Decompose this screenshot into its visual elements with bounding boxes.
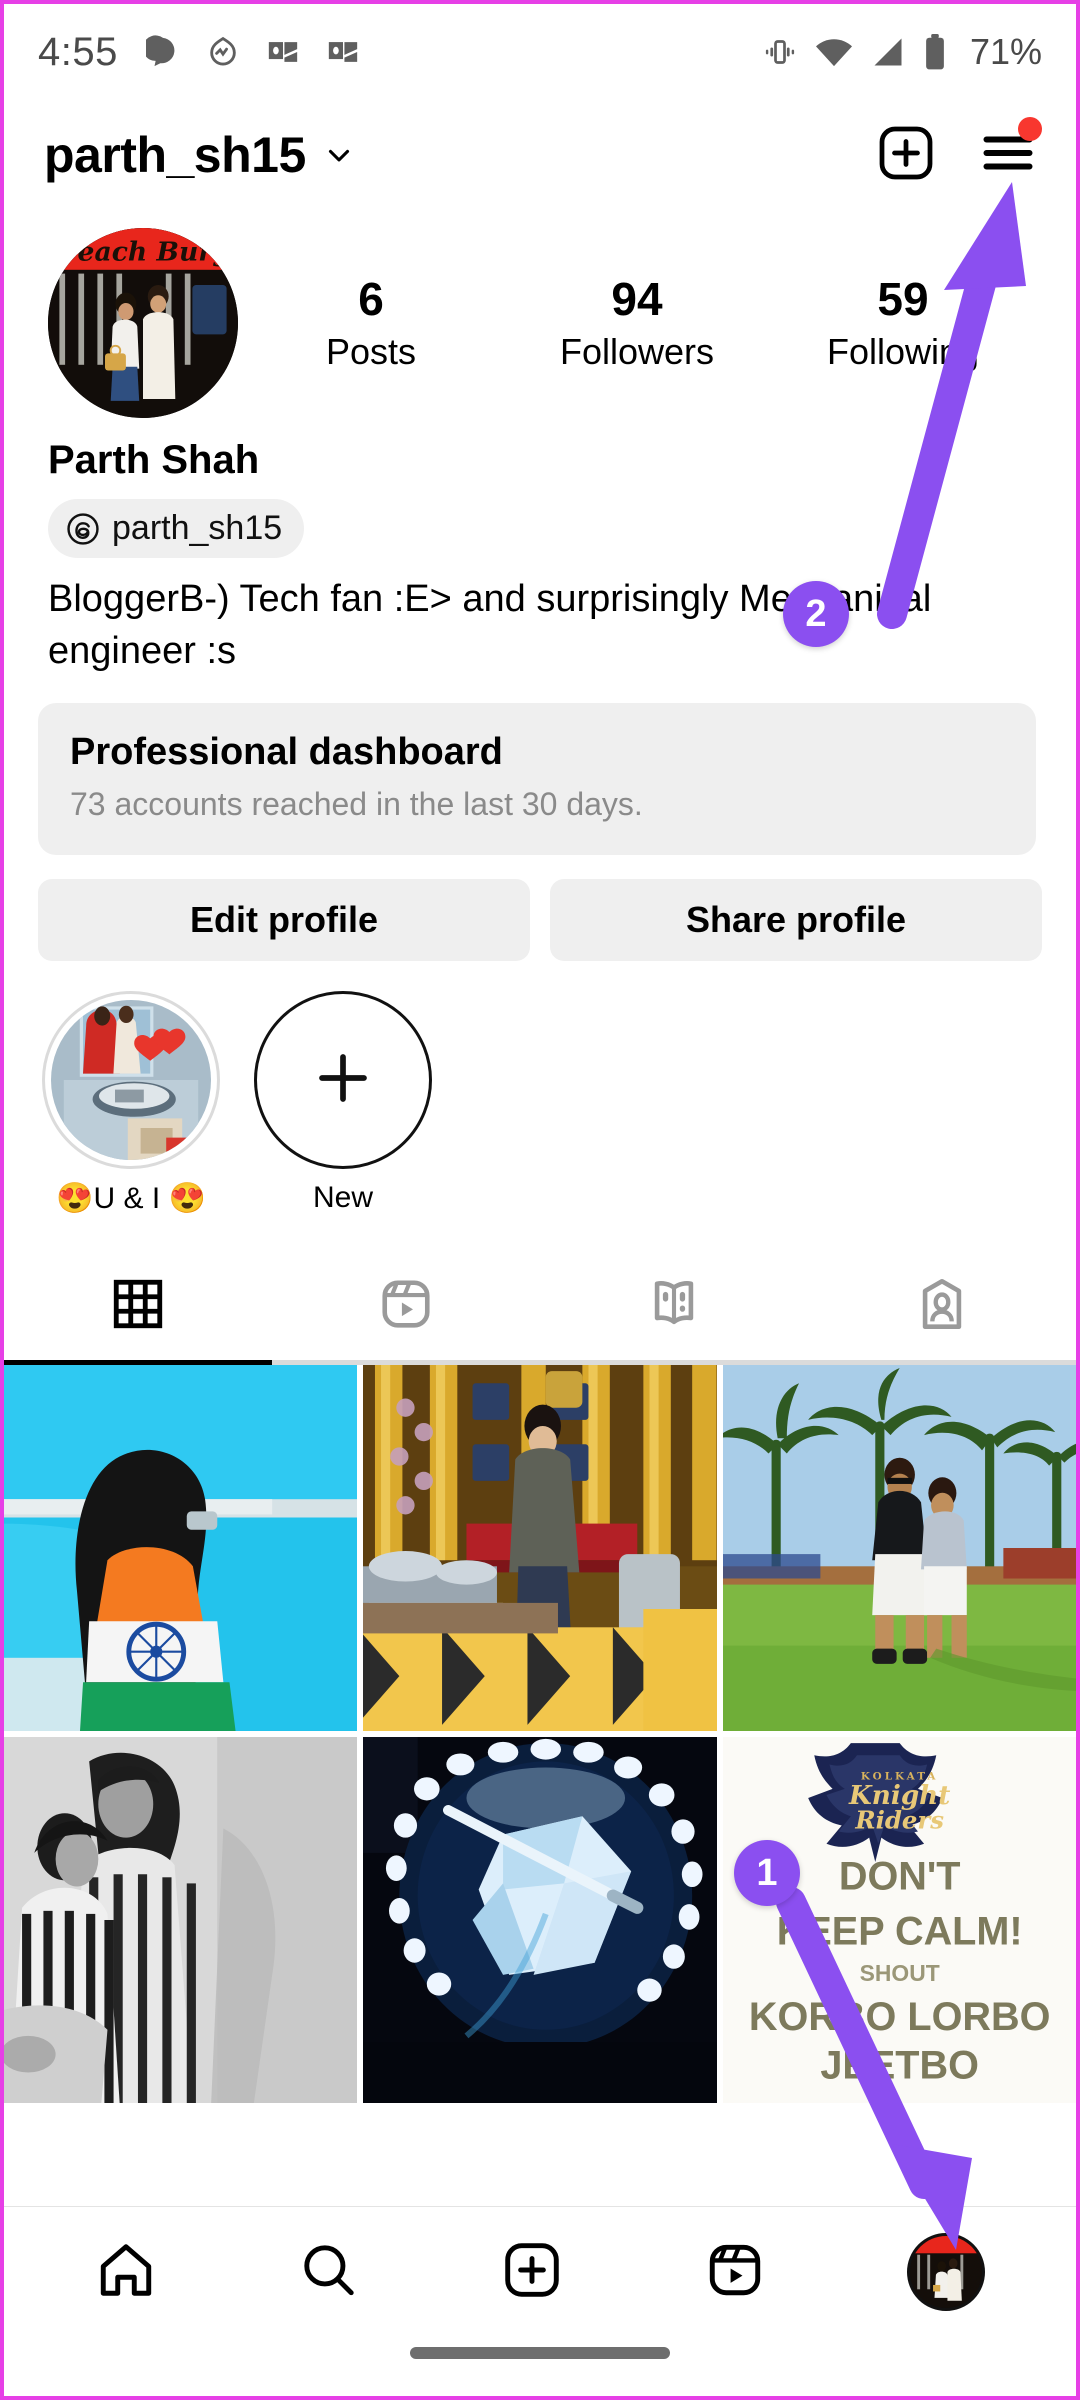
annotation-badge-2: 2 bbox=[783, 581, 849, 647]
phone-screen: 4:55 71% parth_sh15 Beach Burg 6 Posts 9… bbox=[0, 0, 1080, 2400]
annotation-arrow-2 bbox=[877, 182, 1026, 629]
annotation-arrow-1 bbox=[776, 1887, 972, 2250]
annotation-overlay bbox=[776, 182, 1026, 2250]
annotation-badge-1: 1 bbox=[734, 1840, 800, 1906]
